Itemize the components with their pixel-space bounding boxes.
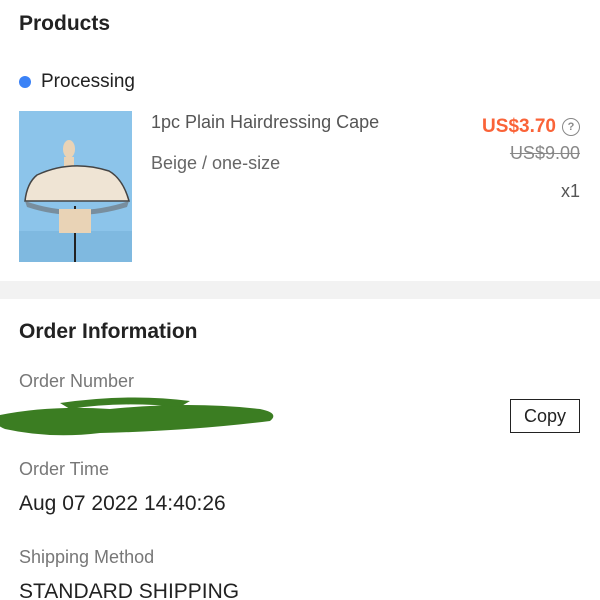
copy-button[interactable]: Copy (510, 399, 580, 433)
order-number-label: Order Number (19, 371, 135, 391)
product-name[interactable]: 1pc Plain Hairdressing Cape (151, 112, 379, 133)
redacted-order-number (0, 397, 274, 436)
order-information-title: Order Information (19, 320, 198, 343)
item-quantity: x1 (560, 181, 580, 201)
section-divider (0, 281, 600, 299)
order-time-value: Aug 07 2022 14:40:26 (19, 492, 226, 515)
order-time-label: Order Time (19, 459, 110, 479)
order-status: Processing (19, 70, 135, 94)
current-price: US$3.70 (482, 116, 556, 137)
shipping-method-value: STANDARD SHIPPING (19, 580, 240, 600)
price-row: US$3.70 ? (482, 116, 580, 138)
shipping-method-label: Shipping Method (19, 547, 155, 567)
order-detail-page: Products Processing 1pc Plain Hairdressi… (0, 0, 600, 600)
hair-cape-image (19, 111, 132, 262)
products-section-title: Products (19, 12, 111, 35)
original-price: US$9.00 (509, 143, 580, 163)
status-label: Processing (41, 71, 135, 92)
product-variant: Beige / one-size (151, 153, 281, 173)
status-dot-icon (19, 76, 31, 88)
product-thumbnail[interactable] (19, 111, 132, 262)
question-circle-icon[interactable]: ? (562, 118, 580, 136)
